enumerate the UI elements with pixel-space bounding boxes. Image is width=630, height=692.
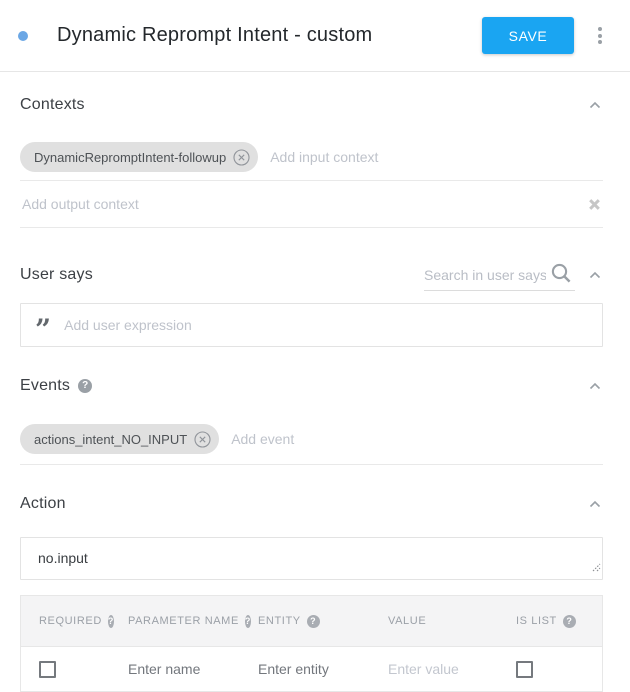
events-row: actions_intent_NO_INPUT — [20, 424, 603, 465]
column-value: VALUE — [370, 615, 498, 627]
column-parameter-name: PARAMETER NAME ? — [110, 615, 240, 628]
intent-header: Dynamic Reprompt Intent - custom SAVE — [0, 0, 630, 72]
column-is-list: IS LIST ? — [498, 615, 602, 628]
user-says-header-row: User says — [20, 258, 603, 292]
column-required: REQUIRED ? — [21, 615, 110, 628]
intent-status-dot — [18, 31, 28, 41]
events-heading: Events — [20, 377, 70, 395]
clear-output-context-icon[interactable] — [586, 196, 603, 213]
event-chip-label: actions_intent_NO_INPUT — [34, 432, 187, 447]
output-contexts-row — [20, 181, 603, 228]
parameter-row — [21, 646, 602, 691]
contexts-heading: Contexts — [20, 96, 85, 114]
event-chip[interactable]: actions_intent_NO_INPUT — [20, 424, 219, 454]
save-button[interactable]: SAVE — [482, 17, 574, 54]
entity-field[interactable] — [258, 657, 358, 681]
input-contexts-row: DynamicRepromptIntent-followup — [20, 142, 603, 181]
events-section: Events ? actions_intent_NO_INPUT — [20, 374, 603, 465]
add-output-context-field[interactable] — [22, 192, 586, 216]
contexts-section: Contexts DynamicRepromptIntent-followup — [20, 93, 603, 228]
events-header-row: Events ? — [20, 374, 603, 398]
parameter-name-field[interactable] — [128, 657, 228, 681]
user-expression-box: ” — [20, 303, 603, 347]
more-options-icon[interactable] — [588, 23, 612, 49]
collapse-user-says-icon[interactable] — [587, 269, 603, 281]
user-says-heading: User says — [20, 266, 93, 284]
add-input-context-field[interactable] — [270, 145, 603, 169]
user-says-section: User says ” — [20, 258, 603, 347]
action-heading: Action — [20, 495, 66, 513]
intent-editor: Contexts DynamicRepromptIntent-followup … — [0, 93, 630, 692]
collapse-events-icon[interactable] — [587, 380, 603, 392]
add-event-field[interactable] — [231, 427, 603, 451]
action-section: Action no.input REQUIRED ? PARAMETER NAM… — [20, 492, 603, 692]
add-user-expression-field[interactable] — [64, 313, 588, 337]
search-icon[interactable] — [550, 262, 573, 285]
input-context-chip-label: DynamicRepromptIntent-followup — [34, 150, 226, 165]
contexts-header-row: Contexts — [20, 93, 603, 117]
action-input-wrap: no.input — [20, 537, 603, 580]
column-entity: ENTITY ? — [240, 615, 370, 628]
parameters-table: REQUIRED ? PARAMETER NAME ? ENTITY ? VAL… — [20, 595, 603, 692]
value-field[interactable] — [388, 657, 488, 681]
user-says-search — [424, 259, 575, 291]
remove-input-context-icon[interactable] — [233, 149, 250, 166]
action-header-row: Action — [20, 492, 603, 516]
is-list-help-icon[interactable]: ? — [563, 615, 576, 628]
events-help-icon[interactable]: ? — [78, 379, 92, 393]
intent-title: Dynamic Reprompt Intent - custom — [57, 24, 482, 47]
quote-icon: ” — [35, 325, 51, 335]
search-user-says-input[interactable] — [424, 263, 546, 287]
action-name-field[interactable]: no.input — [20, 537, 603, 580]
input-context-chip[interactable]: DynamicRepromptIntent-followup — [20, 142, 258, 172]
entity-help-icon[interactable]: ? — [307, 615, 320, 628]
collapse-contexts-icon[interactable] — [587, 99, 603, 111]
parameters-table-header: REQUIRED ? PARAMETER NAME ? ENTITY ? VAL… — [21, 596, 602, 646]
required-checkbox[interactable] — [39, 661, 56, 678]
remove-event-icon[interactable] — [194, 431, 211, 448]
collapse-action-icon[interactable] — [587, 498, 603, 510]
is-list-checkbox[interactable] — [516, 661, 533, 678]
